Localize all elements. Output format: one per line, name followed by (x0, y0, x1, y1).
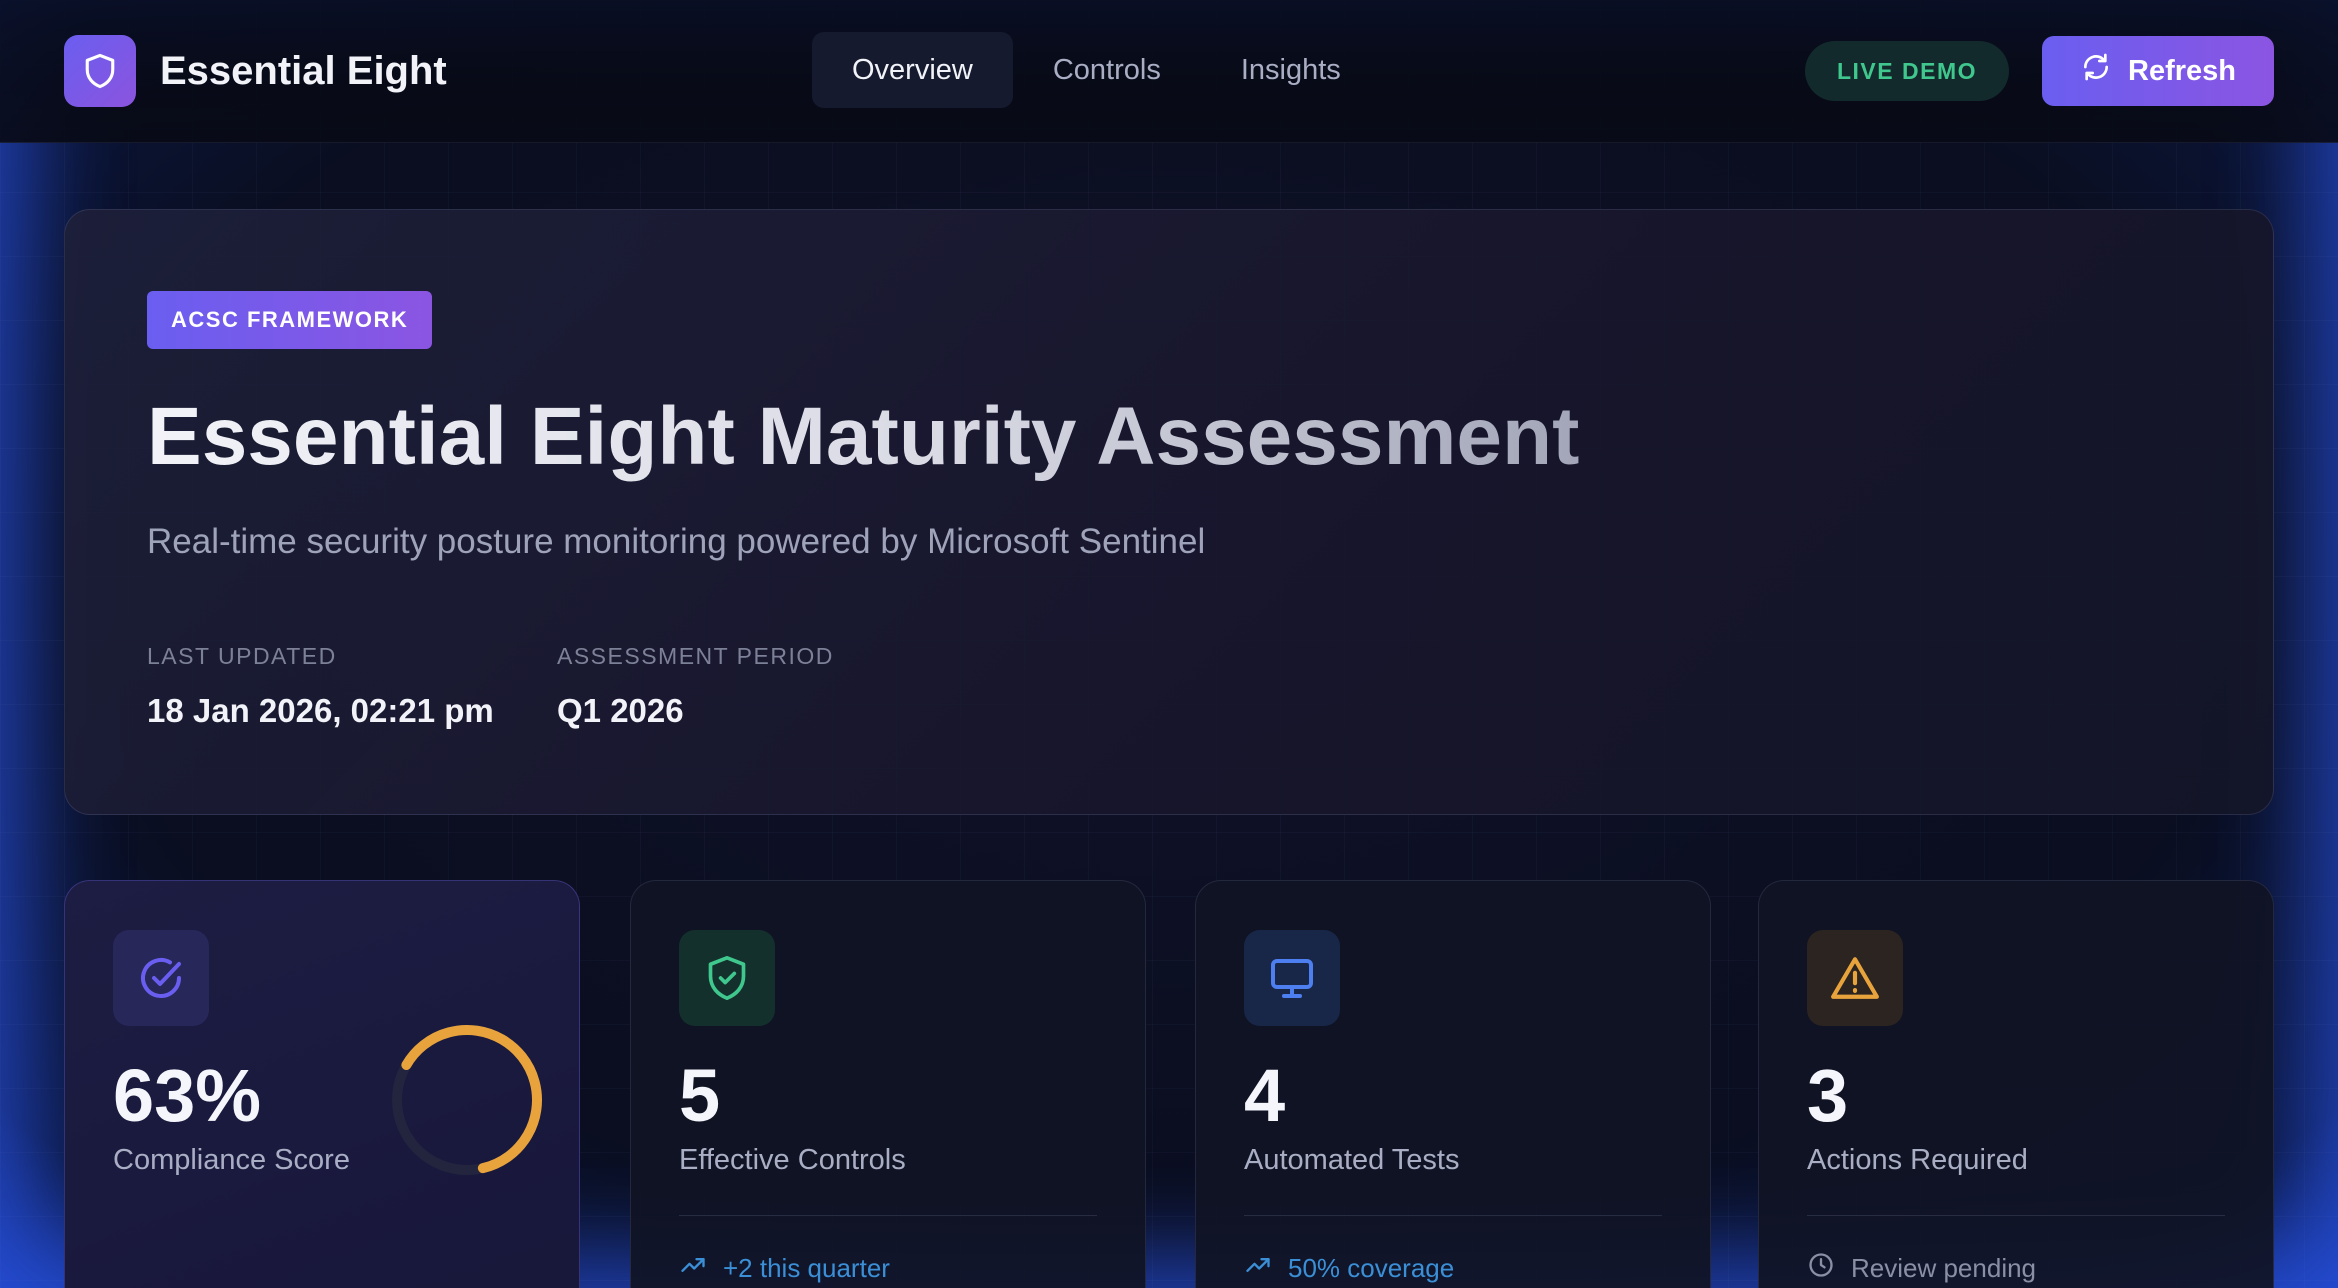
page-title: Essential Eight Maturity Assessment (147, 391, 1580, 482)
warning-icon (1807, 930, 1903, 1026)
stat-value: 3 (1807, 1054, 1849, 1137)
stat-value: 5 (679, 1054, 721, 1137)
tab-overview[interactable]: Overview (812, 32, 1013, 108)
shield-check-icon (679, 930, 775, 1026)
stat-card-automated-tests[interactable]: 4 Automated Tests 50% coverage (1195, 880, 1711, 1288)
card-divider (1807, 1215, 2225, 1216)
stat-foot-text: +2 this quarter (723, 1253, 890, 1283)
app-name: Essential Eight (160, 48, 447, 93)
shield-icon (64, 35, 136, 107)
refresh-label: Refresh (2128, 54, 2236, 87)
stat-card-actions-required[interactable]: 3 Actions Required Review pending (1758, 880, 2274, 1288)
stat-value: 4 (1244, 1054, 1286, 1137)
stat-label: Automated Tests (1244, 1144, 1460, 1176)
check-circle-icon (113, 930, 209, 1026)
page-subtitle: Real-time security posture monitoring po… (147, 522, 1206, 561)
meta-last-updated: LAST UPDATED 18 Jan 2026, 02:21 pm (147, 643, 494, 730)
stat-label: Effective Controls (679, 1144, 906, 1176)
refresh-button[interactable]: Refresh (2042, 36, 2274, 106)
trend-up-icon (679, 1251, 723, 1286)
meta-assessment-period: ASSESSMENT PERIOD Q1 2026 (557, 643, 834, 730)
stat-card-effective-controls[interactable]: 5 Effective Controls +2 this quarter (630, 880, 1146, 1288)
hero-panel: ACSC FRAMEWORK Essential Eight Maturity … (64, 209, 2274, 815)
monitor-icon (1244, 930, 1340, 1026)
stat-foot-text: Review pending (1851, 1253, 2037, 1283)
stat-label: Actions Required (1807, 1144, 2028, 1176)
top-bar: Essential Eight Overview Controls Insigh… (0, 0, 2338, 143)
clock-icon (1807, 1251, 1851, 1286)
compliance-progress-ring (392, 1025, 542, 1175)
stat-label: Compliance Score (113, 1144, 350, 1176)
trend-up-icon (1244, 1251, 1288, 1286)
card-divider (1244, 1215, 1662, 1216)
live-demo-badge: LIVE DEMO (1805, 41, 2009, 101)
framework-badge: ACSC FRAMEWORK (147, 291, 433, 349)
stat-foot: Review pending (1807, 1251, 2036, 1286)
refresh-icon (2080, 51, 2128, 91)
card-divider (679, 1215, 1097, 1216)
tab-controls[interactable]: Controls (1013, 32, 1201, 108)
brand[interactable]: Essential Eight (64, 35, 447, 107)
stat-value: 63% (113, 1054, 262, 1137)
stat-card-compliance[interactable]: 63% Compliance Score (64, 880, 580, 1288)
meta-label: LAST UPDATED (147, 643, 337, 669)
tab-insights[interactable]: Insights (1201, 32, 1381, 108)
main-nav: Overview Controls Insights (812, 32, 1381, 108)
meta-value: 18 Jan 2026, 02:21 pm (147, 692, 494, 729)
meta-label: ASSESSMENT PERIOD (557, 643, 834, 669)
meta-value: Q1 2026 (557, 692, 684, 729)
stat-foot: 50% coverage (1244, 1251, 1454, 1286)
stat-foot-text: 50% coverage (1288, 1253, 1455, 1283)
stat-foot: +2 this quarter (679, 1251, 890, 1286)
